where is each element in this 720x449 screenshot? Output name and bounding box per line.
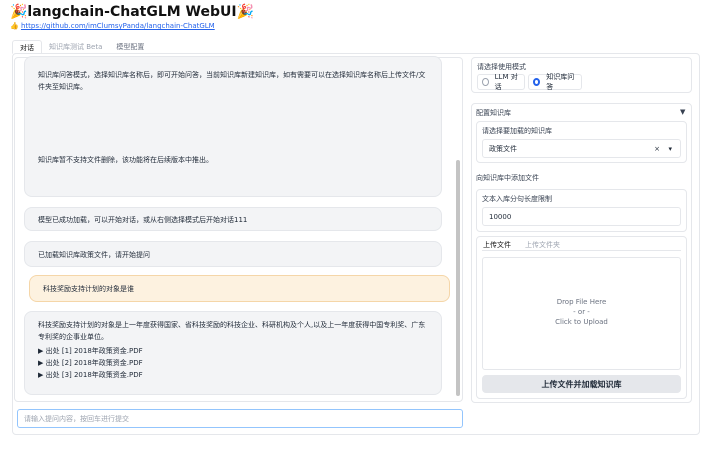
thumbs-up-icon: 👍 xyxy=(10,22,21,30)
repo-link-line: 👍 https://github.com/imClumsyPanda/langc… xyxy=(10,22,215,30)
bot-message: 知识库问答模式，选择知识库名称后，即可开始问答，当前知识库新建知识库，如有需要可… xyxy=(24,56,442,197)
repo-link[interactable]: https://github.com/imClumsyPanda/langcha… xyxy=(21,22,215,30)
chevron-down-icon[interactable]: ▾ xyxy=(668,145,672,153)
radio-label: 知识库问答 xyxy=(546,73,575,91)
chat-scrollbar[interactable] xyxy=(456,160,460,396)
drop-or: - or - xyxy=(573,308,590,316)
message-text: 科技奖励支持计划的对象是上一年度获得国家、省科技奖励的科技企业、科研机构及个人,… xyxy=(38,321,426,341)
source-item[interactable]: ▶ 出处 [2] 2018年政策资金.PDF xyxy=(38,357,428,369)
radio-label: LLM 对话 xyxy=(494,73,518,91)
clear-icon[interactable]: × xyxy=(654,145,660,153)
tab-model-config[interactable]: 模型配置 xyxy=(109,40,151,54)
accordion-label[interactable]: 配置知识库 xyxy=(476,108,511,118)
radio-llm[interactable]: LLM 对话 xyxy=(477,73,525,91)
chunk-value: 10000 xyxy=(489,212,512,221)
bot-message: 科技奖励支持计划的对象是上一年度获得国家、省科技奖励的科技企业、科研机构及个人,… xyxy=(24,311,442,395)
kb-dropdown[interactable]: 政策文件 × ▾ xyxy=(482,139,681,158)
chunk-label: 文本入库分句长度限制 xyxy=(482,195,552,203)
radio-circle-selected xyxy=(533,78,541,86)
add-files-label: 向知识库中添加文件 xyxy=(476,174,539,182)
bot-message: 模型已成功加载，可以开始对话，或从右侧选择模式后开始对话111 xyxy=(24,207,442,231)
radio-kb[interactable]: 知识库问答 xyxy=(528,73,582,91)
tab-chat[interactable]: 对话 xyxy=(12,40,42,54)
message-text: 模型已成功加载，可以开始对话，或从右侧选择模式后开始对话111 xyxy=(38,216,248,224)
tab-upload-file[interactable]: 上传文件 xyxy=(483,240,511,250)
radio-circle xyxy=(482,78,489,86)
drop-text: Drop File Here xyxy=(556,298,607,306)
tab-kb-test[interactable]: 知识库测试 Beta xyxy=(42,40,109,54)
bot-message: 已加载知识库政策文件，请开始提问 xyxy=(24,241,442,267)
message-text: 知识库问答模式，选择知识库名称后，即可开始问答，当前知识库新建知识库，如有需要可… xyxy=(38,71,426,91)
message-text: 知识库暂不支持文件删除，该功能将在后续版本中推出。 xyxy=(38,156,213,164)
tab-bar: 对话 知识库测试 Beta 模型配置 xyxy=(12,40,151,54)
drop-click: Click to Upload xyxy=(555,318,608,326)
message-text: 已加载知识库政策文件，请开始提问 xyxy=(38,251,150,259)
file-drop-zone[interactable]: Drop File Here - or - Click to Upload xyxy=(482,257,681,370)
kb-select-label: 请选择要加载的知识库 xyxy=(482,127,552,135)
collapse-icon[interactable]: ▼ xyxy=(680,108,685,116)
mode-label: 请选择使用模式 xyxy=(477,63,526,71)
chat-input[interactable]: 请输入提问内容，按回车进行提交 xyxy=(17,409,463,428)
kb-selected-value: 政策文件 xyxy=(489,144,517,153)
source-item[interactable]: ▶ 出处 [1] 2018年政策资金.PDF xyxy=(38,345,428,357)
tab-upload-folder[interactable]: 上传文件夹 xyxy=(525,240,560,250)
user-message: 科技奖励支持计划的对象是谁 xyxy=(29,275,450,302)
app-title: 🎉langchain-ChatGLM WebUI🎉 xyxy=(10,4,255,20)
upload-and-load-button[interactable]: 上传文件并加载知识库 xyxy=(482,375,681,393)
message-text: 科技奖励支持计划的对象是谁 xyxy=(43,285,134,293)
source-item[interactable]: ▶ 出处 [3] 2018年政策资金.PDF xyxy=(38,369,428,381)
chunk-input[interactable]: 10000 xyxy=(482,207,681,226)
